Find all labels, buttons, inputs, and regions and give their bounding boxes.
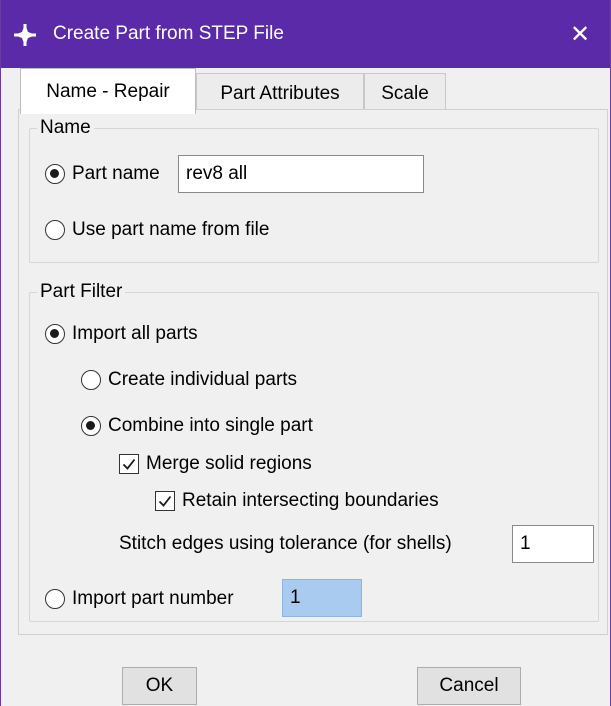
combine-radio[interactable] <box>81 416 101 436</box>
title-bar[interactable]: Create Part from STEP File ✕ <box>1 0 610 68</box>
stitch-label: Stitch edges using tolerance (for shells… <box>119 533 452 554</box>
part-name-radio[interactable] <box>45 164 65 184</box>
name-group-legend: Name <box>37 117 94 139</box>
create-part-dialog: Create Part from STEP File ✕ Name - Repa… <box>0 0 611 706</box>
use-file-name-radio[interactable] <box>45 220 65 240</box>
create-individual-option[interactable]: Create individual parts <box>81 366 297 394</box>
import-all-option[interactable]: Import all parts <box>45 320 198 348</box>
checkmark-icon <box>122 458 136 470</box>
create-individual-label: Create individual parts <box>108 369 298 390</box>
stitch-tolerance-input[interactable] <box>512 525 594 563</box>
ok-button[interactable]: OK <box>122 667 197 705</box>
part-filter-legend: Part Filter <box>37 281 126 303</box>
merge-option[interactable]: Merge solid regions <box>119 450 312 478</box>
combine-label: Combine into single part <box>108 415 313 436</box>
import-number-option[interactable]: Import part number <box>45 585 234 613</box>
import-all-label: Import all parts <box>72 323 198 344</box>
tab-part-attributes[interactable]: Part Attributes <box>196 73 364 113</box>
tab-name-repair-label: Name - Repair <box>46 81 170 102</box>
retain-option[interactable]: Retain intersecting boundaries <box>155 487 439 515</box>
use-file-name-label: Use part name from file <box>72 219 270 240</box>
tab-scale-label: Scale <box>381 83 429 104</box>
abaqus-plus-icon <box>14 24 36 46</box>
import-number-input[interactable] <box>282 579 362 617</box>
checkmark-icon <box>158 495 172 507</box>
import-all-radio[interactable] <box>45 324 65 344</box>
retain-checkbox[interactable] <box>155 491 175 511</box>
tab-panel-name-repair: Name Part name Use part name from file P… <box>18 109 608 635</box>
part-name-input[interactable] <box>178 155 424 193</box>
tab-scale[interactable]: Scale <box>364 73 446 113</box>
import-number-radio[interactable] <box>45 589 65 609</box>
create-individual-radio[interactable] <box>81 370 101 390</box>
merge-checkbox[interactable] <box>119 454 139 474</box>
tab-part-attributes-label: Part Attributes <box>220 83 340 104</box>
retain-label: Retain intersecting boundaries <box>182 490 439 511</box>
merge-label: Merge solid regions <box>146 453 312 474</box>
part-name-option[interactable]: Part name <box>45 160 160 188</box>
window-title: Create Part from STEP File <box>53 23 284 44</box>
close-button[interactable]: ✕ <box>550 0 610 68</box>
cancel-button[interactable]: Cancel <box>417 667 521 705</box>
tab-name-repair[interactable]: Name - Repair <box>20 68 196 114</box>
import-number-label: Import part number <box>72 588 234 609</box>
close-icon: ✕ <box>569 20 591 48</box>
part-name-label: Part name <box>72 163 160 184</box>
combine-option[interactable]: Combine into single part <box>81 412 313 440</box>
use-file-name-option[interactable]: Use part name from file <box>45 216 269 244</box>
